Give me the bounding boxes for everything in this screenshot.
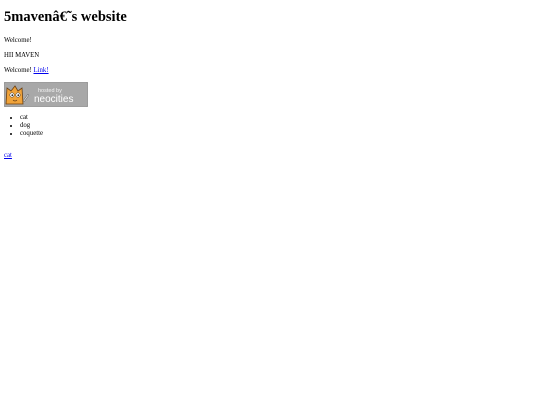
main-link[interactable]: Link!: [33, 67, 48, 74]
neocities-badge-graphic: hosted by neocities: [3, 81, 89, 108]
welcome-text: Welcome!: [4, 37, 32, 44]
greeting-text: HII MAVEN: [4, 52, 40, 59]
cat-link[interactable]: cat: [4, 152, 12, 159]
list-item: cat: [20, 114, 540, 122]
page: 5mavenâ€˜s website Welcome! HII MAVEN We…: [0, 0, 540, 405]
list-item: dog: [20, 122, 540, 130]
list-item: coquette: [20, 130, 540, 138]
welcome-link-line: Welcome! Link!: [4, 67, 540, 75]
neocities-badge[interactable]: hosted by neocities: [3, 81, 89, 108]
badge-large-text: neocities: [34, 94, 73, 105]
animal-list: cat dog coquette: [4, 114, 540, 138]
page-title: 5mavenâ€˜s website: [4, 9, 127, 25]
welcome-prefix: Welcome!: [4, 67, 32, 74]
